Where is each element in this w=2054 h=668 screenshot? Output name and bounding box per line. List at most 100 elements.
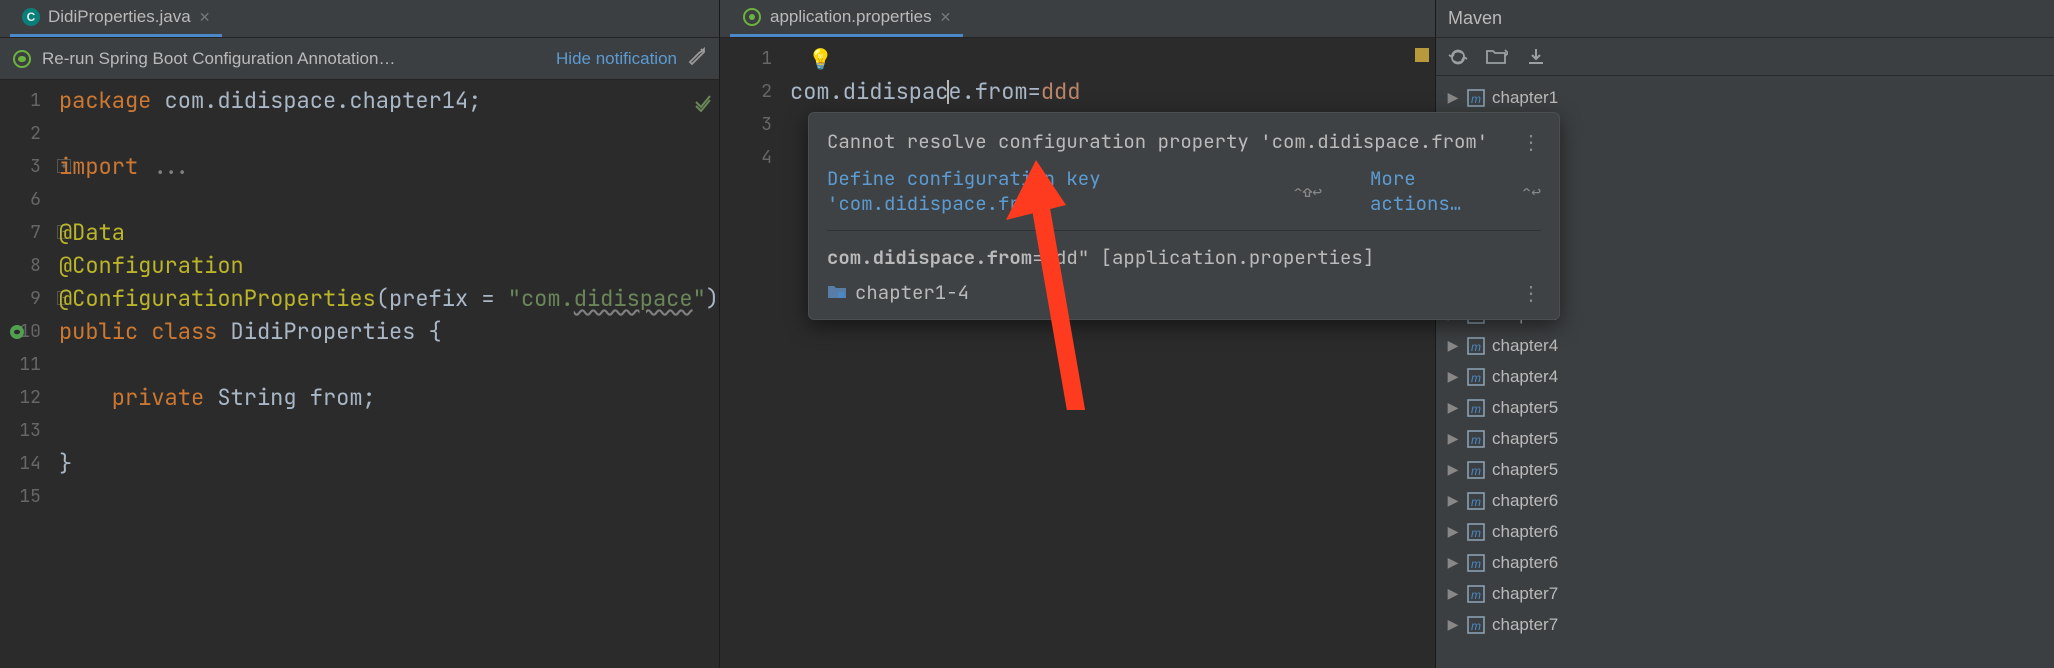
svg-text:m: m [1471, 433, 1481, 447]
right-code-editor[interactable]: 1 2 3 4 💡 com.didispace.from=ddd C [720, 38, 1435, 668]
left-tab-bar: C DidiProperties.java ✕ [0, 0, 719, 38]
java-class-icon: C [22, 8, 40, 26]
expand-arrow-icon[interactable]: ▶ [1446, 430, 1460, 447]
module-name: chapter6 [1492, 522, 1558, 542]
module-name: chapter7 [1492, 615, 1558, 635]
right-editor-panel: application.properties ✕ 1 2 3 4 💡 com.d… [720, 0, 1435, 668]
maven-module-icon: m [1466, 367, 1486, 387]
maven-module-item[interactable]: ▶ m chapter6 [1436, 485, 2054, 516]
maven-module-item[interactable]: ▶ m chapter6 [1436, 547, 2054, 578]
spring-properties-icon [742, 7, 762, 27]
tooltip-title: Cannot resolve configuration property 'c… [827, 129, 1488, 154]
expand-arrow-icon[interactable]: ▶ [1446, 368, 1460, 385]
expand-arrow-icon[interactable]: ▶ [1446, 399, 1460, 416]
maven-module-item[interactable]: ▶ m chapter4 [1436, 361, 2054, 392]
left-editor-panel: C DidiProperties.java ✕ Re-run Spring Bo… [0, 0, 720, 668]
tooltip-ref-menu-icon[interactable]: ⋮ [1521, 283, 1541, 303]
svg-text:m: m [1471, 371, 1481, 385]
module-name: chapter4 [1492, 336, 1558, 356]
left-gutter: 1 2 3+ 6 7− 8 9− 10 11 12 13 14 15 [0, 80, 59, 668]
module-name: chapter6 [1492, 491, 1558, 511]
right-code-area[interactable]: 💡 com.didispace.from=ddd Cannot resolve … [790, 38, 1435, 668]
maven-module-icon: m [1466, 522, 1486, 542]
maven-module-icon: m [1466, 553, 1486, 573]
expand-arrow-icon[interactable]: ▶ [1446, 492, 1460, 509]
right-gutter: 1 2 3 4 [720, 38, 790, 668]
expand-arrow-icon[interactable]: ▶ [1446, 461, 1460, 478]
maven-module-item[interactable]: ▶ m chapter5 [1436, 454, 2054, 485]
folder-icon [827, 280, 847, 305]
svg-text:m: m [1471, 92, 1481, 106]
maven-module-icon: m [1466, 615, 1486, 635]
generate-sources-icon[interactable] [1486, 47, 1508, 67]
tab-didiproperties[interactable]: C DidiProperties.java ✕ [10, 0, 222, 37]
module-name: chapter1 [1492, 88, 1558, 108]
maven-module-item[interactable]: ▶ m chapter5 [1436, 423, 2054, 454]
notification-bar: Re-run Spring Boot Configuration Annotat… [0, 38, 719, 80]
maven-module-item[interactable]: ▶ m chapter4 [1436, 330, 2054, 361]
refresh-icon[interactable] [1448, 47, 1468, 67]
expand-arrow-icon[interactable]: ▶ [1446, 337, 1460, 354]
maven-module-item[interactable]: ▶ m chapter5 [1436, 392, 2054, 423]
left-code-area[interactable]: package com.didispace.chapter14; import … [59, 80, 719, 668]
expand-arrow-icon[interactable]: ▶ [1446, 523, 1460, 540]
module-name: chapter5 [1492, 460, 1558, 480]
module-name: chapter6 [1492, 553, 1558, 573]
expand-arrow-icon[interactable]: ▶ [1446, 585, 1460, 602]
module-name: chapter7 [1492, 584, 1558, 604]
notification-text: Re-run Spring Boot Configuration Annotat… [42, 49, 546, 69]
expand-arrow-icon[interactable]: ▶ [1446, 554, 1460, 571]
maven-module-icon: m [1466, 336, 1486, 356]
tooltip-ref-file: [application.properties] [1101, 245, 1375, 270]
tab-label: DidiProperties.java [48, 7, 191, 27]
close-icon[interactable]: ✕ [940, 9, 952, 26]
expand-arrow-icon[interactable]: ▶ [1446, 89, 1460, 106]
download-icon[interactable] [1526, 47, 1546, 67]
left-code-editor[interactable]: 1 2 3+ 6 7− 8 9− 10 11 12 13 14 15 packa… [0, 80, 719, 668]
tooltip-menu-icon[interactable]: ⋮ [1521, 132, 1541, 152]
maven-module-item[interactable]: ▶ m chapter6 [1436, 516, 2054, 547]
svg-text:m: m [1471, 402, 1481, 416]
expand-arrow-icon[interactable]: ▶ [1446, 616, 1460, 633]
maven-toolbar [1436, 38, 2054, 76]
analysis-ok-icon [693, 90, 713, 119]
maven-title: Maven [1448, 8, 1502, 29]
hide-notification-link[interactable]: Hide notification [556, 49, 677, 69]
module-name: chapter4 [1492, 367, 1558, 387]
shortcut-hint: ⌃⇧↩ [1293, 181, 1322, 202]
maven-module-icon: m [1466, 429, 1486, 449]
svg-text:m: m [1471, 464, 1481, 478]
maven-module-item[interactable]: ▶ m chapter7 [1436, 609, 2054, 640]
right-side: application.properties ✕ 1 2 3 4 💡 com.d… [720, 0, 2054, 668]
maven-module-item[interactable]: ▶ m chapter7 [1436, 578, 2054, 609]
inspection-tooltip: Cannot resolve configuration property 'c… [808, 112, 1560, 320]
bean-gutter-icon[interactable] [8, 323, 26, 341]
maven-tool-window: Maven ▶mchapter1▶mchapter2▶mchapter2▶mch… [1435, 0, 2054, 668]
maven-module-icon: m [1466, 491, 1486, 511]
tooltip-ref-key: com.didispace.from [827, 245, 1032, 270]
intention-bulb-icon[interactable]: 💡 [808, 46, 833, 72]
shortcut-hint: ⌃↩ [1522, 181, 1541, 202]
right-tab-bar: application.properties ✕ [720, 0, 1435, 38]
tab-label: application.properties [770, 7, 932, 27]
maven-header: Maven [1436, 0, 2054, 38]
svg-text:m: m [1471, 557, 1481, 571]
close-icon[interactable]: ✕ [199, 9, 211, 26]
tooltip-ref-module: chapter1-4 [855, 280, 969, 305]
svg-text:m: m [1471, 619, 1481, 633]
module-name: chapter5 [1492, 398, 1558, 418]
define-config-key-action[interactable]: Define configuration key 'com.didispace.… [827, 166, 1269, 216]
more-actions-link[interactable]: More actions… [1370, 166, 1498, 216]
maven-module-icon: m [1466, 398, 1486, 418]
svg-text:m: m [1471, 495, 1481, 509]
maven-module-item[interactable]: ▶ m chapter1 [1436, 82, 2054, 113]
svg-text:m: m [1471, 588, 1481, 602]
wrench-icon[interactable] [687, 46, 707, 71]
maven-module-icon: m [1466, 584, 1486, 604]
spring-icon [12, 49, 32, 69]
module-name: chapter5 [1492, 429, 1558, 449]
maven-module-icon: m [1466, 460, 1486, 480]
tab-application-properties[interactable]: application.properties ✕ [730, 0, 963, 37]
svg-text:m: m [1471, 526, 1481, 540]
svg-text:m: m [1471, 340, 1481, 354]
